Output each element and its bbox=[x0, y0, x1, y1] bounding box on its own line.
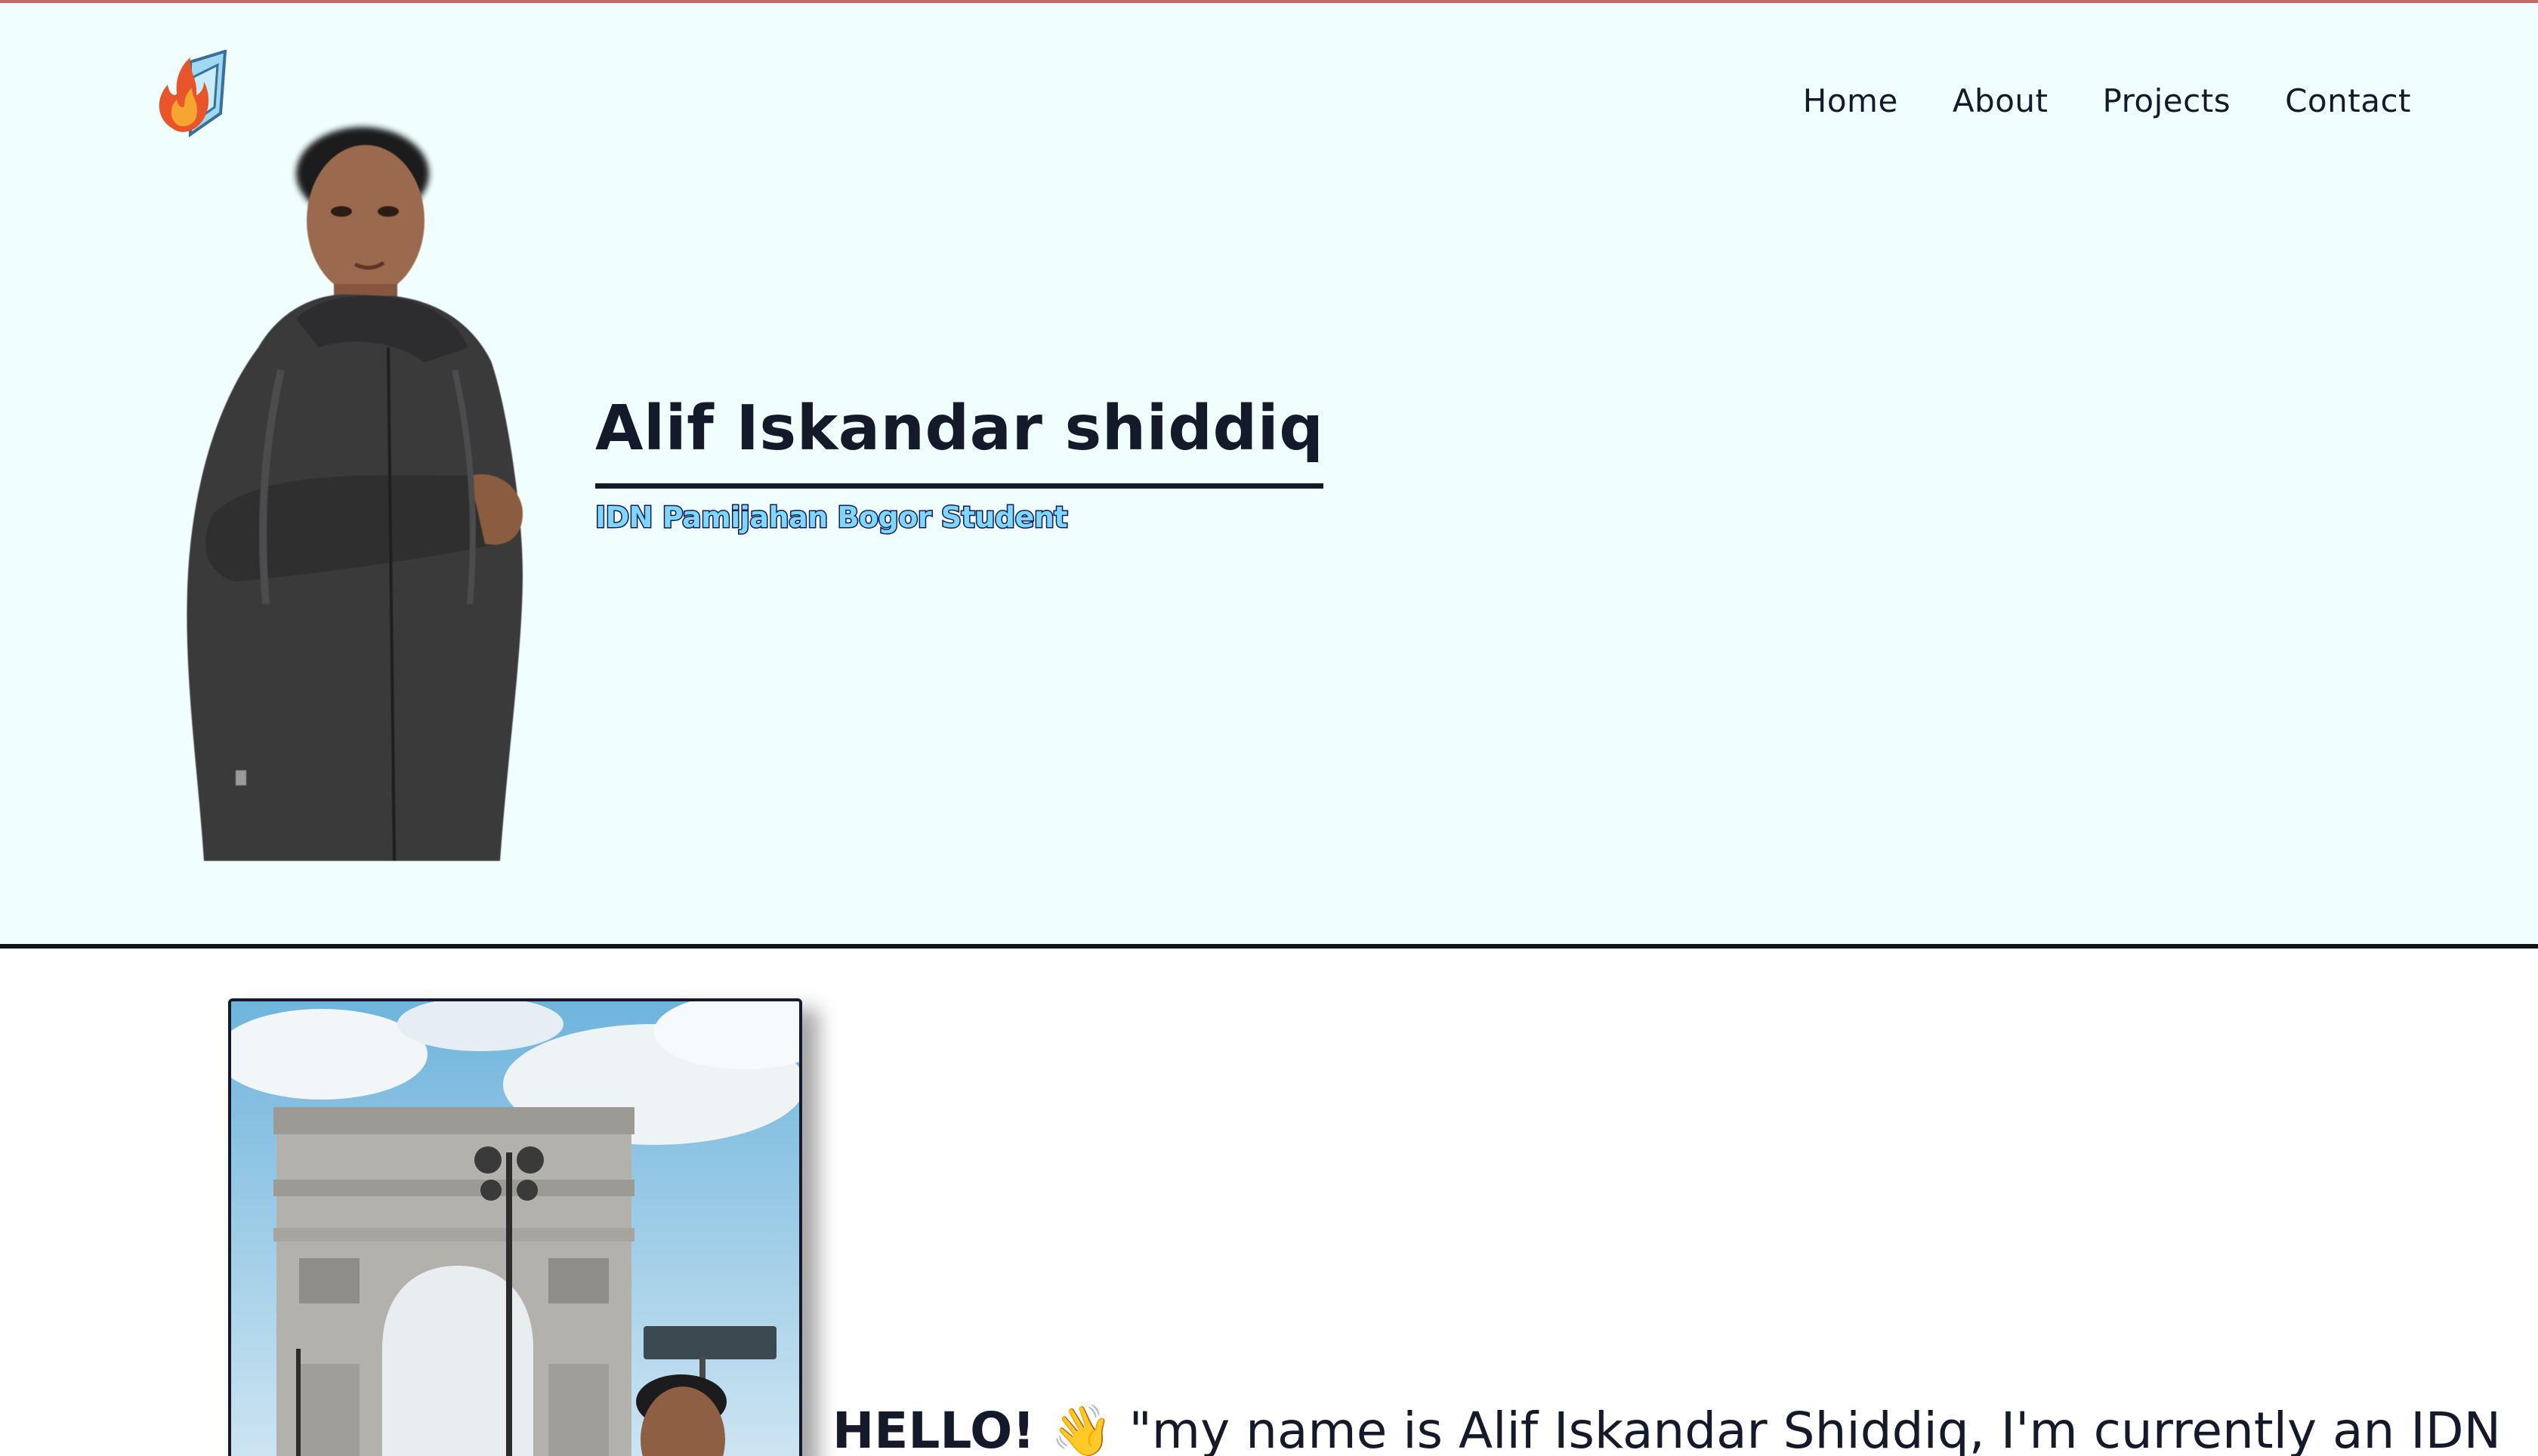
hero-subtitle: IDN Pamijahan Bogor Student bbox=[594, 500, 1069, 535]
hello-label: HELLO! bbox=[832, 1402, 1036, 1456]
hero-section: Home About Projects Contact Alif Iskanda… bbox=[0, 0, 2538, 949]
about-photo bbox=[228, 998, 802, 1456]
about-intro: "my name is Alif Iskandar Shiddiq, I'm c… bbox=[1129, 1402, 2501, 1456]
hero-name-heading: Alif Iskandar shiddiq bbox=[595, 387, 1324, 489]
portfolio-page: Home About Projects Contact Alif Iskanda… bbox=[0, 0, 2538, 1456]
about-intro-text: HELLO! 👋 "my name is Alif Iskandar Shidd… bbox=[832, 1397, 2501, 1456]
nav-link-projects[interactable]: Projects bbox=[2103, 77, 2231, 125]
arc-de-triomphe-photo bbox=[231, 1001, 799, 1456]
hero-text-block: Alif Iskandar shiddiq IDN Pamijahan Bogo… bbox=[594, 387, 1324, 538]
nav-link-about[interactable]: About bbox=[1953, 77, 2049, 125]
wave-hand-icon: 👋 bbox=[1051, 1402, 1113, 1456]
nav-link-home[interactable]: Home bbox=[1803, 77, 1898, 125]
nav-link-contact[interactable]: Contact bbox=[2285, 77, 2411, 125]
profile-photo bbox=[187, 127, 523, 861]
main-nav: Home About Projects Contact bbox=[1803, 77, 2411, 125]
